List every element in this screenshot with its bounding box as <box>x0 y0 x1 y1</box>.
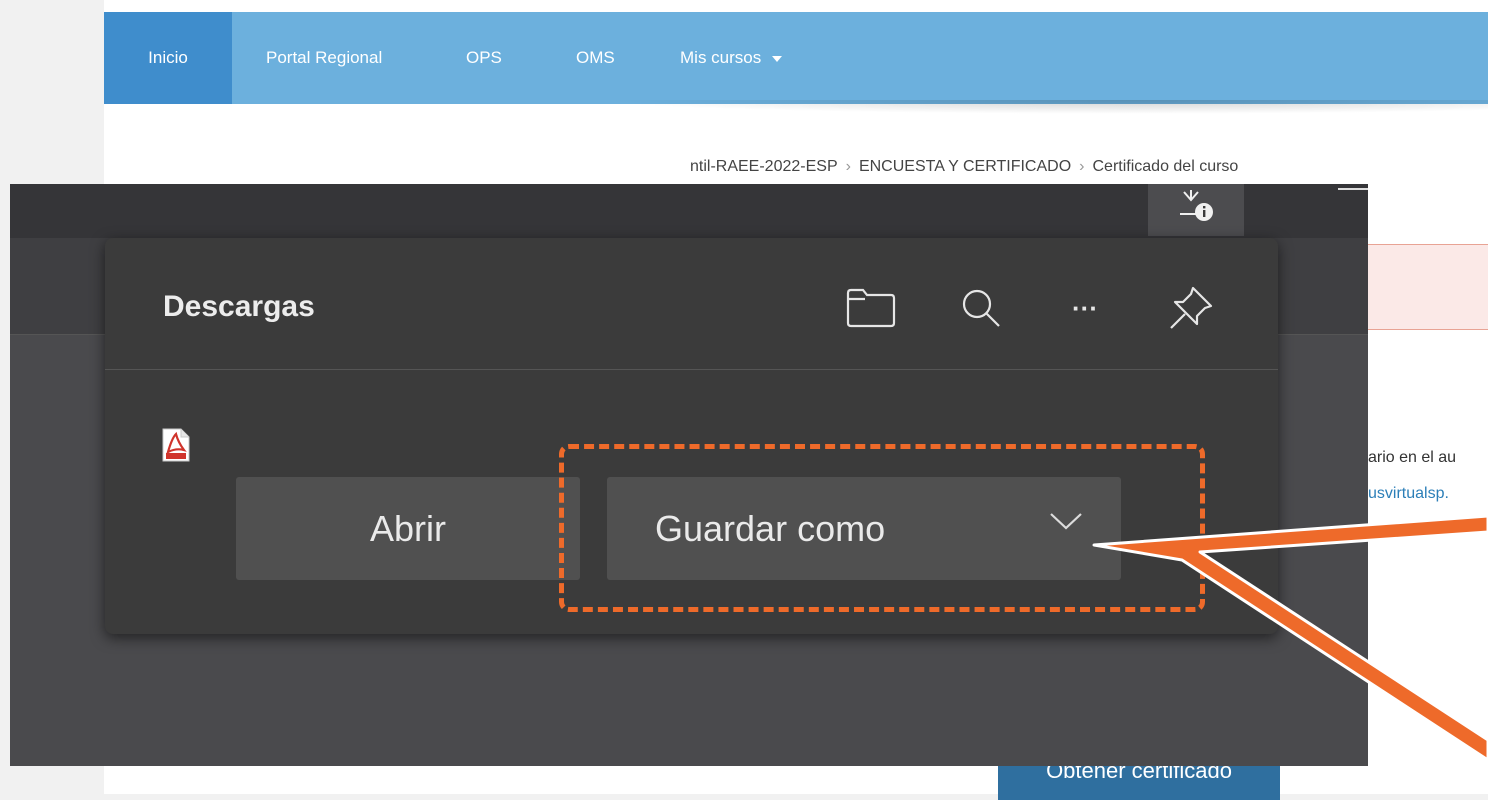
annotation-arrow <box>1092 514 1488 762</box>
